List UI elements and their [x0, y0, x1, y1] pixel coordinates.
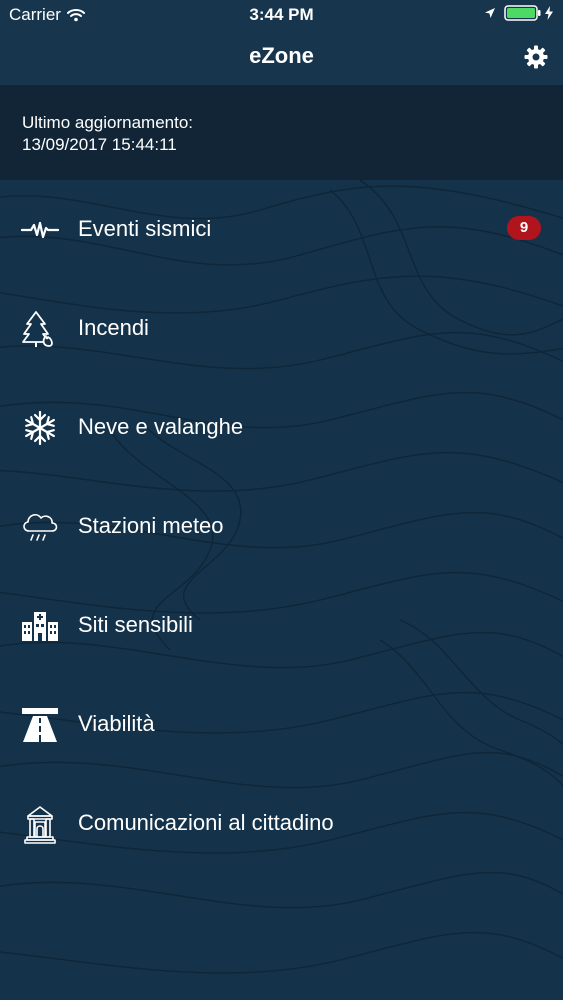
menu-item-comunicazioni-al-cittadino[interactable]: Comunicazioni al cittadino	[0, 774, 563, 873]
battery-icon	[504, 5, 542, 21]
menu-item-viabilita[interactable]: Viabilità	[0, 675, 563, 774]
charging-bolt-icon	[545, 6, 553, 20]
menu-item-label: Neve e valanghe	[78, 414, 244, 439]
gear-icon	[524, 45, 548, 69]
buildings-icon	[20, 606, 60, 646]
menu-item-siti-sensibili[interactable]: Siti sensibili	[0, 576, 563, 675]
menu-item-label: Eventi sismici	[78, 216, 212, 241]
rain-cloud-icon	[20, 507, 60, 547]
notification-badge: 9	[507, 216, 541, 240]
town-hall-icon	[20, 804, 60, 844]
status-right	[484, 5, 553, 21]
menu-item-label: Comunicazioni al cittadino	[78, 810, 334, 835]
navigation-bar: eZone	[0, 30, 563, 85]
menu-item-stazioni-meteo[interactable]: Stazioni meteo	[0, 477, 563, 576]
settings-button[interactable]	[521, 42, 551, 72]
menu-item-neve-e-valanghe[interactable]: Neve e valanghe	[0, 378, 563, 477]
last-update-label: Ultimo aggiornamento:	[22, 113, 194, 132]
last-update-panel: Ultimo aggiornamento: 13/09/2017 15:44:1…	[0, 85, 563, 180]
main-menu: Eventi sismici 9 Incendi Neve e valanghe…	[0, 180, 563, 873]
last-update-timestamp: 13/09/2017 15:44:11	[22, 135, 177, 154]
menu-item-incendi[interactable]: Incendi	[0, 279, 563, 378]
snowflake-icon	[20, 408, 60, 448]
forest-fire-icon	[20, 309, 60, 349]
menu-item-label: Stazioni meteo	[78, 513, 224, 538]
menu-item-eventi-sismici[interactable]: Eventi sismici 9	[0, 180, 563, 279]
location-arrow-icon	[484, 7, 496, 19]
menu-item-label: Siti sensibili	[78, 612, 193, 637]
app-title: eZone	[249, 43, 314, 68]
menu-item-label: Viabilità	[78, 711, 155, 736]
menu-item-label: Incendi	[78, 315, 149, 340]
status-time: 3:44 PM	[249, 5, 314, 24]
seismic-wave-icon	[20, 210, 60, 250]
app-screen: Carrier 3:44 PM eZone Ultimo aggiornamen…	[0, 0, 563, 1000]
highway-icon	[20, 705, 60, 745]
status-bar: Carrier 3:44 PM	[0, 0, 563, 30]
